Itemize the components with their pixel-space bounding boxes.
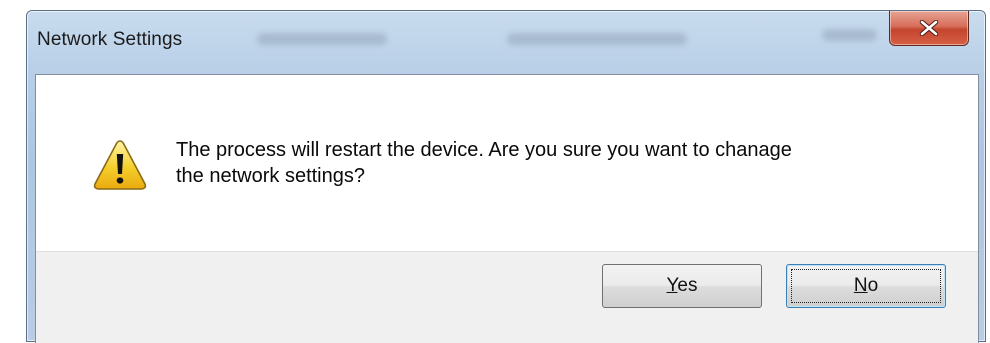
yes-button-label: Yes [666, 275, 698, 296]
no-button[interactable]: No [786, 264, 946, 308]
message-line-1: The process will restart the device. Are… [176, 139, 792, 161]
message-line-2: the network settings? [176, 165, 365, 187]
close-button[interactable] [889, 11, 969, 46]
close-icon [919, 20, 939, 36]
blurred-background [257, 33, 387, 45]
message-area: The process will restart the device. Are… [36, 75, 978, 251]
yes-button[interactable]: Yes [602, 264, 762, 308]
window-title: Network Settings [37, 29, 183, 50]
dialog-window: Network Settings The process will restar… [26, 10, 986, 343]
blurred-background [507, 33, 687, 45]
warning-icon [93, 140, 147, 190]
no-button-label: No [853, 275, 879, 296]
dialog-message: The process will restart the device. Are… [176, 137, 936, 189]
background-edge [0, 0, 26, 342]
blurred-background [822, 29, 877, 41]
